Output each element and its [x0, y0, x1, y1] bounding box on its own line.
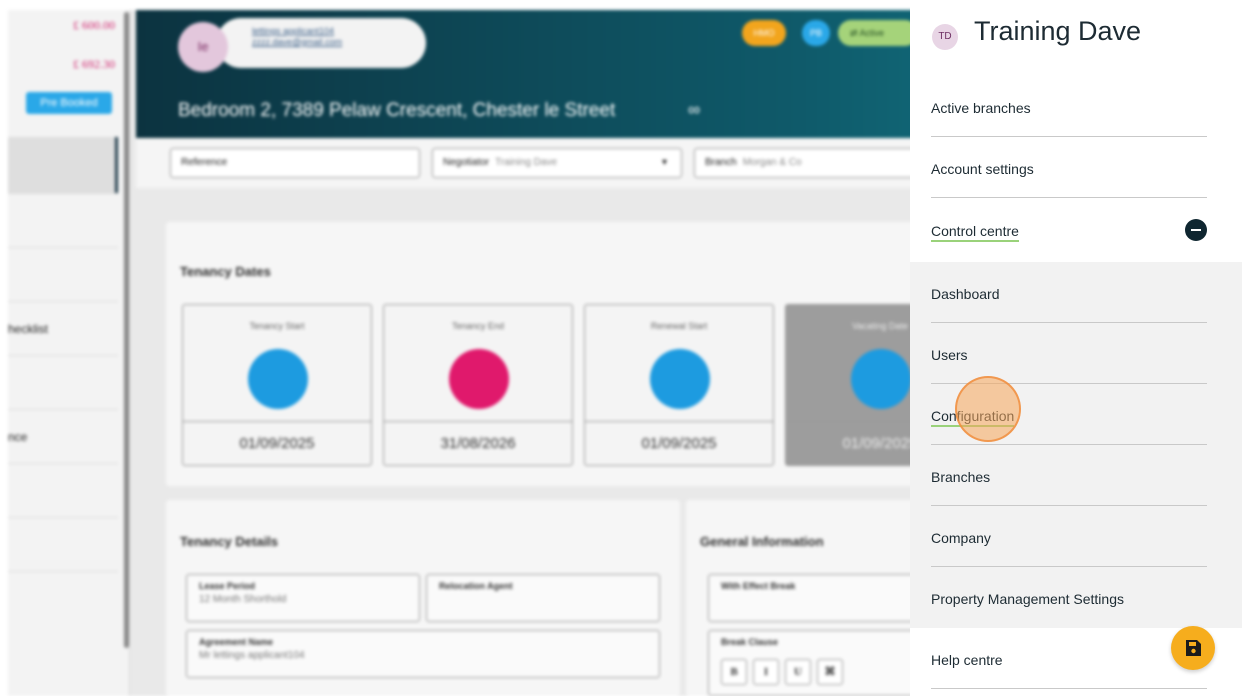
menu-item-label: Branches [931, 469, 991, 485]
menu-item-label: Account settings [931, 161, 1034, 177]
contact-email-link[interactable]: zzzz.dave@gmail.com [252, 37, 426, 47]
price-amount-1: £ 600.00 [73, 18, 115, 32]
menu-item-account-settings[interactable]: Account settings [931, 137, 1207, 198]
contact-pill[interactable]: lettings applicant104 zzzz.dave@gmail.co… [216, 18, 426, 68]
menu-item-label: Dashboard [931, 286, 1000, 302]
tile-label: Tenancy Start [249, 321, 305, 331]
tenancy-details-title: Tenancy Details [180, 534, 279, 549]
submenu-item-company[interactable]: Company [931, 506, 1207, 567]
lease-period-value: 12 Month Shorthold [199, 594, 287, 605]
left-nav-item-checklist[interactable]: hecklist [8, 301, 118, 355]
tile-label: Tenancy End [451, 321, 505, 331]
calendar-icon [449, 349, 509, 409]
left-nav-item[interactable] [8, 463, 118, 517]
menu-item-active-branches[interactable]: Active branches [931, 76, 1207, 137]
collapse-icon[interactable] [1185, 219, 1207, 241]
left-nav-selected[interactable] [8, 137, 118, 193]
left-nav-item[interactable] [8, 247, 118, 301]
left-sidebar: £ 600.00 £ 692.30 Pre Booked hecklist nc… [8, 10, 130, 696]
underline-button[interactable]: U [785, 659, 811, 685]
agreement-name-field[interactable]: Agreement Name Mr lettings applicant104 [186, 630, 660, 678]
active-status-badge[interactable]: ⇄ Active [838, 20, 918, 46]
calendar-icon [248, 349, 308, 409]
tile-date: 01/09/2025 [585, 421, 773, 465]
menu-item-help-centre[interactable]: Help centre [931, 628, 1207, 689]
negotiator-value: Training Dave [495, 157, 558, 168]
branch-label: Branch [705, 157, 737, 168]
left-nav-item[interactable] [8, 517, 118, 571]
tenancy-dates-title: Tenancy Dates [180, 264, 271, 279]
user-menu-panel: TD Training Dave Active branches Account… [910, 0, 1242, 696]
tile-label: Renewal Start [650, 321, 708, 331]
menu-item-label: Control centre [931, 223, 1019, 242]
general-information-title: General Information [700, 534, 824, 549]
agreement-name-label: Agreement Name [199, 637, 274, 647]
property-title: Bedroom 2, 7389 Pelaw Crescent, Chester … [178, 100, 616, 121]
menu-item-label: Property Management Settings [931, 591, 1124, 607]
save-icon [1186, 640, 1201, 656]
chevron-down-icon: ▾ [661, 157, 667, 168]
submenu-item-branches[interactable]: Branches [931, 445, 1207, 506]
pre-booked-badge[interactable]: Pre Booked [26, 92, 112, 114]
italic-button[interactable]: I [753, 659, 779, 685]
calendar-icon [851, 349, 911, 409]
negotiator-select[interactable]: Negotiator Training Dave ▾ [432, 148, 682, 178]
tile-date: 01/09/2025 [183, 421, 371, 465]
left-nav-item[interactable] [8, 193, 118, 247]
left-scrollbar[interactable] [124, 12, 129, 648]
lease-period-select[interactable]: Lease Period 12 Month Shorthold [186, 574, 420, 622]
hmo-badge[interactable]: HMO [742, 20, 786, 46]
renewal-start-tile[interactable]: Renewal Start 01/09/2025 [584, 304, 774, 466]
branch-value: Morgan & Co [742, 157, 802, 168]
menu-item-label: Help centre [931, 652, 1003, 668]
click-highlight-marker [955, 376, 1021, 442]
pb-badge[interactable]: PB [802, 20, 830, 46]
reference-label: Reference [181, 157, 228, 168]
screen: £ 600.00 £ 692.30 Pre Booked hecklist nc… [0, 0, 1242, 696]
user-name-heading: Training Dave [974, 16, 1142, 46]
tenancy-details-card: Tenancy Details Lease Period 12 Month Sh… [166, 500, 680, 696]
avatar: Ie [178, 22, 228, 72]
code-button[interactable]: ⌘ [817, 659, 843, 685]
menu-item-label: Company [931, 530, 991, 546]
bold-button[interactable]: B [721, 659, 747, 685]
avatar: TD [932, 24, 958, 50]
relocation-agent-select[interactable]: Relocation Agent [426, 574, 660, 622]
left-nav-item[interactable] [8, 571, 118, 625]
tenancy-end-tile[interactable]: Tenancy End 31/08/2026 [383, 304, 573, 466]
link-icon[interactable]: ∞ [688, 100, 700, 120]
save-button[interactable] [1171, 626, 1215, 670]
left-nav-item-nce[interactable]: nce [8, 409, 118, 463]
left-nav-item[interactable] [8, 355, 118, 409]
negotiator-label: Negotiator [443, 157, 490, 168]
calendar-icon [650, 349, 710, 409]
submenu-item-property-management-settings[interactable]: Property Management Settings [931, 567, 1207, 628]
menu-item-label: Active branches [931, 100, 1031, 116]
reference-field[interactable]: Reference [170, 148, 420, 178]
tenancy-start-tile[interactable]: Tenancy Start 01/09/2025 [182, 304, 372, 466]
control-centre-submenu: Dashboard Users Configuration Branches C… [910, 262, 1242, 628]
menu-item-label: Users [931, 347, 968, 363]
menu-item-control-centre[interactable]: Control centre [931, 199, 1207, 260]
submenu-item-users[interactable]: Users [931, 323, 1207, 384]
contact-name-link[interactable]: lettings applicant104 [252, 26, 426, 36]
submenu-item-dashboard[interactable]: Dashboard [931, 262, 1207, 323]
tile-date: 31/08/2026 [384, 421, 572, 465]
lease-period-label: Lease Period [199, 581, 256, 591]
agreement-name-value: Mr lettings applicant104 [199, 650, 305, 661]
price-amount-2: £ 692.30 [73, 57, 115, 71]
relocation-agent-label: Relocation Agent [439, 581, 513, 591]
